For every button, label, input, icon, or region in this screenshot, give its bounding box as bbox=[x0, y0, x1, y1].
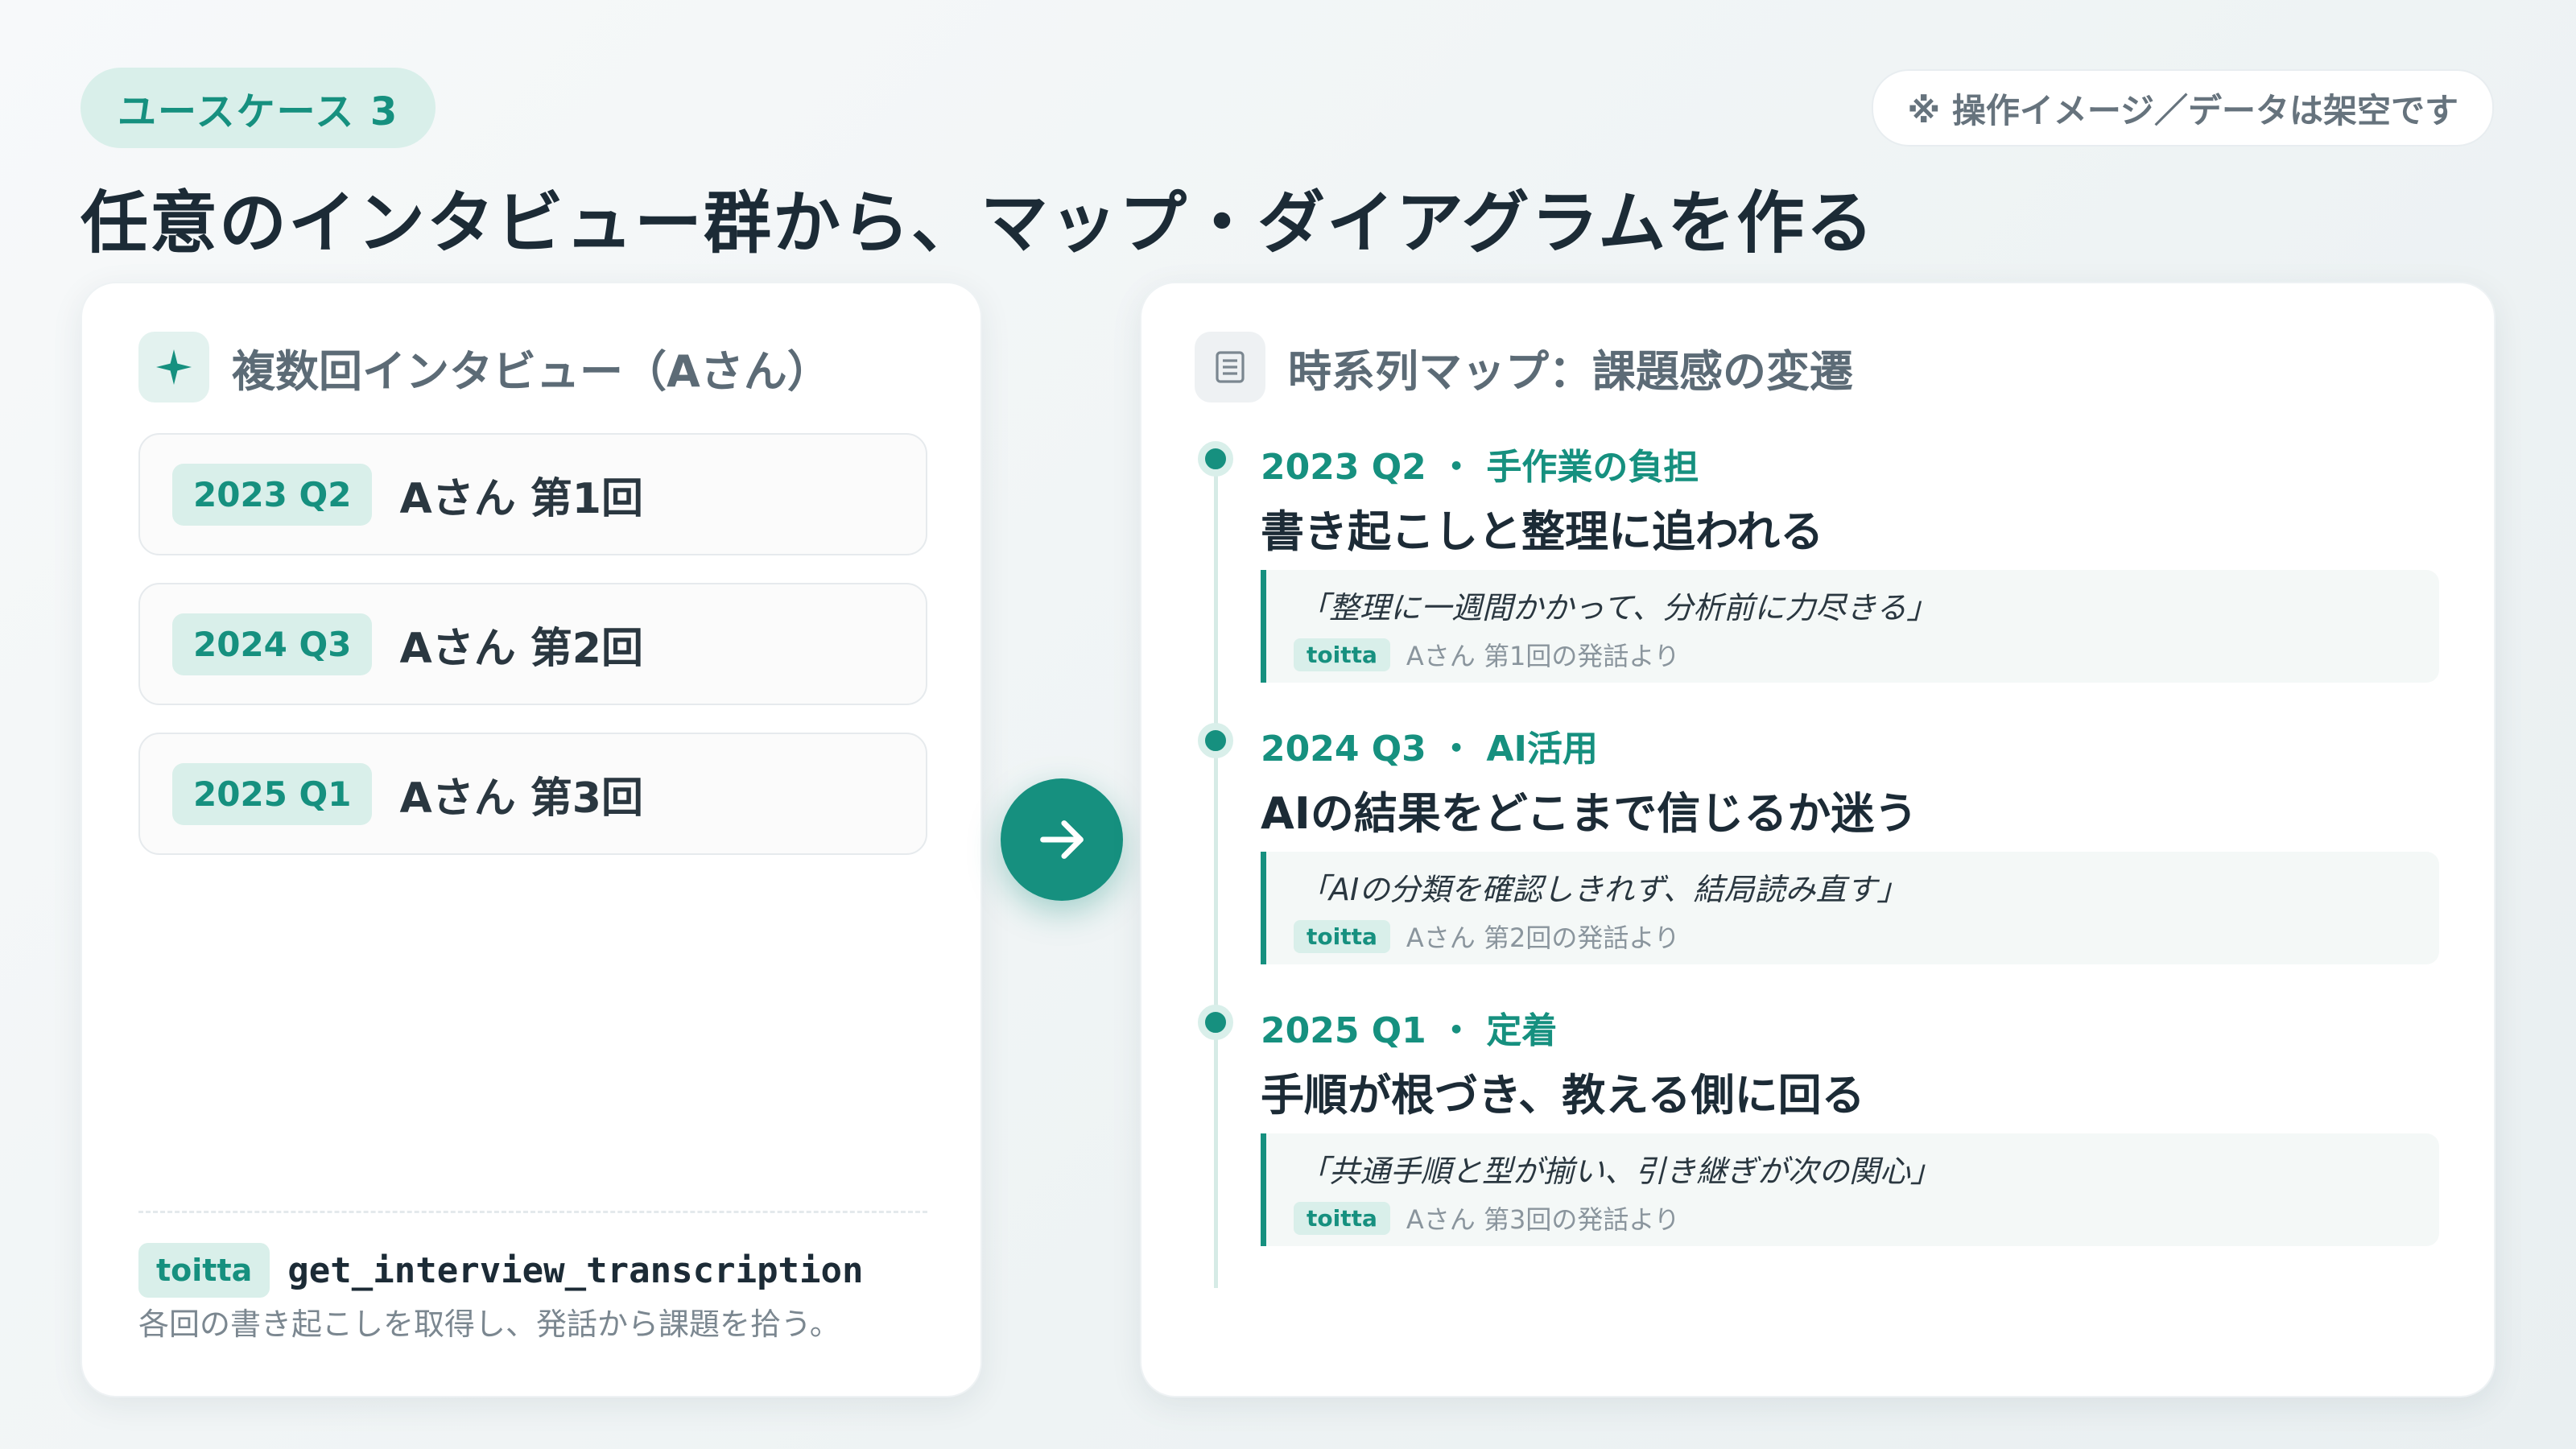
tool-description: 各回の書き起こしを取得し、発話から課題を拾う。 bbox=[138, 1307, 840, 1342]
function-name: get_interview_transcription bbox=[287, 1249, 864, 1291]
quote-source: toitta Aさん 第1回の発話より bbox=[1294, 636, 1680, 673]
brand-tag: toitta bbox=[1294, 919, 1390, 953]
timeline-title: 手順が根づき、教える側に回る bbox=[1261, 1070, 1865, 1121]
quote-source: toitta Aさん 第3回の発話より bbox=[1294, 1199, 1680, 1236]
quote-box: 「AIの分類を確認しきれず、結局読み直す」 toitta Aさん 第2回の発話よ… bbox=[1261, 852, 2439, 964]
timeline-dot bbox=[1198, 441, 1233, 477]
interviews-card: 複数回インタビュー（Aさん） 2023 Q2 Aさん 第1回 2024 Q3 A… bbox=[80, 282, 982, 1397]
interview-session-item[interactable]: 2024 Q3 Aさん 第2回 bbox=[138, 583, 927, 705]
brand-tag: toitta bbox=[138, 1243, 270, 1298]
quote-text: 「共通手順と型が揃い、引き継ぎが次の関心」 bbox=[1298, 1154, 1942, 1189]
timeline-line bbox=[1214, 459, 1218, 1288]
timeline-heading: 2024 Q3 ・ AI活用 bbox=[1261, 729, 1598, 770]
timeline-card-title: 時系列マップ：課題感の変遷 bbox=[1288, 345, 1853, 397]
quote-box: 「共通手順と型が揃い、引き継ぎが次の関心」 toitta Aさん 第3回の発話よ… bbox=[1261, 1133, 2439, 1246]
document-icon bbox=[1195, 332, 1265, 402]
interviews-card-title: 複数回インタビュー（Aさん） bbox=[232, 345, 831, 397]
sparkle-icon bbox=[138, 332, 209, 402]
source-text: Aさん 第3回の発話より bbox=[1406, 1204, 1680, 1235]
brand-tag: toitta bbox=[1294, 1201, 1390, 1235]
timeline-dot bbox=[1198, 1005, 1233, 1040]
interview-session-item[interactable]: 2023 Q2 Aさん 第1回 bbox=[138, 433, 927, 555]
period-tag: 2023 Q2 bbox=[172, 463, 373, 526]
timeline-title: 書き起こしと整理に追われる bbox=[1261, 506, 1824, 557]
interviews-card-header: 複数回インタビュー（Aさん） bbox=[138, 332, 831, 402]
interview-session-item[interactable]: 2025 Q1 Aさん 第3回 bbox=[138, 733, 927, 855]
source-text: Aさん 第1回の発話より bbox=[1406, 641, 1680, 671]
brand-tag: toitta bbox=[1294, 638, 1390, 671]
session-label: Aさん 第1回 bbox=[399, 474, 643, 523]
page-title: 任意のインタビュー群から、マップ・ダイアグラムを作る bbox=[80, 184, 1876, 262]
timeline-title: AIの結果をどこまで信じるか迷う bbox=[1261, 788, 1918, 839]
timeline-card-header: 時系列マップ：課題感の変遷 bbox=[1195, 332, 1853, 402]
timeline-heading: 2025 Q1 ・ 定着 bbox=[1261, 1010, 1558, 1051]
timeline-dot bbox=[1198, 723, 1233, 758]
quote-box: 「整理に一週間かかって、分析前に力尽きる」 toitta Aさん 第1回の発話よ… bbox=[1261, 570, 2439, 683]
tool-call-row: toitta get_interview_transcription bbox=[138, 1243, 864, 1298]
source-text: Aさん 第2回の発話より bbox=[1406, 923, 1680, 953]
quote-source: toitta Aさん 第2回の発話より bbox=[1294, 918, 1680, 955]
quote-text: 「整理に一週間かかって、分析前に力尽きる」 bbox=[1298, 590, 1938, 625]
timeline-map-card: 時系列マップ：課題感の変遷 2023 Q2 ・ 手作業の負担 書き起こしと整理に… bbox=[1140, 282, 2496, 1397]
timeline-heading: 2023 Q2 ・ 手作業の負担 bbox=[1261, 447, 1699, 488]
session-label: Aさん 第2回 bbox=[399, 624, 643, 673]
session-label: Aさん 第3回 bbox=[399, 774, 643, 823]
disclaimer-badge: ※ 操作イメージ／データは架空です bbox=[1872, 69, 2494, 147]
period-tag: 2025 Q1 bbox=[172, 762, 373, 825]
usecase-badge: ユースケース 3 bbox=[80, 68, 436, 148]
period-tag: 2024 Q3 bbox=[172, 613, 373, 675]
arrow-right-icon[interactable] bbox=[1001, 778, 1123, 901]
footer-divider bbox=[138, 1211, 927, 1213]
quote-text: 「AIの分類を確認しきれず、結局読み直す」 bbox=[1298, 872, 1908, 907]
